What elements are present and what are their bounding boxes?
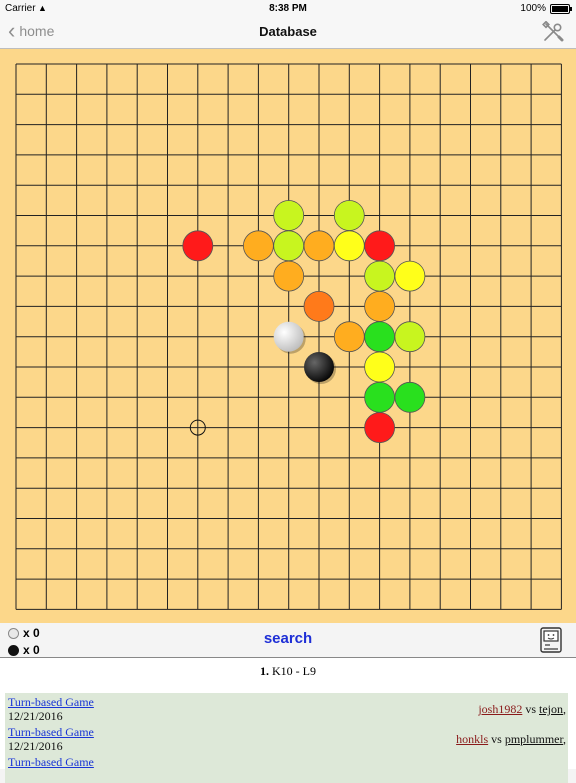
board-grid[interactable] — [0, 49, 576, 623]
move-number: 1. — [260, 664, 269, 678]
game-link[interactable]: Turn-based Game — [8, 695, 94, 710]
battery-icon — [550, 4, 572, 14]
game-list: Turn-based Game 12/21/2016 josh1982 vs t… — [5, 693, 568, 783]
player-link[interactable]: honkls — [456, 732, 488, 746]
hint-marker-lightorange — [364, 290, 396, 322]
hint-marker-red — [182, 230, 214, 262]
hint-marker-yellowgreen — [273, 200, 305, 231]
players-trail: , — [563, 702, 566, 716]
player-link[interactable]: josh1982 — [478, 702, 522, 716]
battery-percent: 100% — [520, 3, 546, 14]
hint-marker-green — [394, 381, 426, 413]
hint-marker-lightorange — [273, 260, 305, 292]
hint-marker-red — [364, 412, 396, 444]
tools-icon[interactable] — [542, 21, 564, 43]
player-link[interactable]: tejon — [539, 702, 563, 716]
move-line: 1. K10 - L9 — [0, 664, 576, 679]
game-players: honkls vs pmplummer, — [456, 732, 566, 747]
control-bar: x 0 x 0 search — [0, 623, 576, 657]
vs-label: vs — [525, 702, 536, 716]
list-item: Turn-based Game 12/21/2016 josh1982 vs t… — [5, 693, 568, 723]
game-link[interactable]: Turn-based Game — [8, 725, 94, 740]
hint-marker-green — [364, 321, 396, 353]
hint-marker-yellow — [394, 260, 426, 292]
hint-marker-yellowgreen — [364, 260, 396, 292]
hint-marker-lightorange — [303, 230, 335, 262]
move-text: K10 - L9 — [272, 664, 316, 678]
players-trail: , — [563, 732, 566, 746]
hint-marker-green — [364, 381, 396, 413]
white-stone — [273, 321, 304, 352]
computer-icon[interactable] — [540, 627, 562, 653]
hint-marker-yellowgreen — [333, 200, 365, 231]
hint-marker-orange — [303, 290, 335, 322]
list-item: Turn-based Game — [5, 753, 568, 783]
hint-marker-lightorange — [333, 321, 365, 353]
hint-marker-yellowgreen — [273, 230, 305, 262]
hint-marker-lightorange — [242, 230, 274, 262]
clock: 8:38 PM — [269, 3, 307, 14]
hint-marker-yellow — [333, 230, 365, 262]
game-date: 12/21/2016 — [8, 739, 63, 753]
game-date: 12/21/2016 — [8, 709, 63, 723]
black-stone — [304, 352, 334, 382]
player-link[interactable]: pmplummer — [505, 732, 563, 746]
navigation-bar: ‹ home Database — [0, 17, 576, 49]
game-board[interactable] — [0, 49, 576, 623]
game-players: josh1982 vs tejon, — [478, 702, 566, 717]
database-panel: 1. K10 - L9 Turn-based Game 12/21/2016 j… — [0, 657, 576, 783]
vs-label: vs — [491, 732, 502, 746]
search-button[interactable]: search — [0, 630, 576, 647]
hint-marker-yellow — [364, 351, 396, 383]
page-title: Database — [259, 24, 317, 39]
hint-marker-red — [364, 230, 396, 262]
status-bar: Carrier ▲ 8:38 PM 100% — [0, 0, 576, 17]
list-item: Turn-based Game 12/21/2016 honkls vs pmp… — [5, 723, 568, 753]
hint-marker-yellowgreen — [394, 321, 426, 353]
